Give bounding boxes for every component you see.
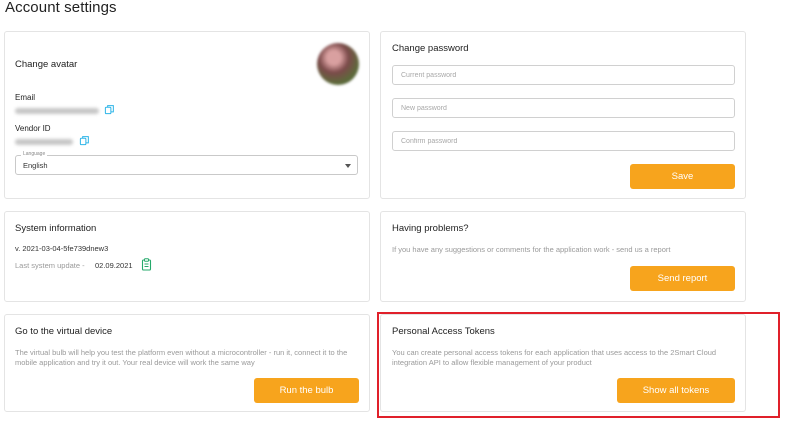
virtual-device-card: Go to the virtual device The virtual bul… <box>4 314 370 412</box>
virtual-device-text: The virtual bulb will help you test the … <box>15 348 348 367</box>
confirm-password-input[interactable] <box>392 131 735 151</box>
clipboard-icon[interactable] <box>141 258 152 271</box>
language-select[interactable]: Language English <box>15 151 358 175</box>
send-report-button[interactable]: Send report <box>630 266 735 291</box>
system-info-title: System information <box>15 223 97 234</box>
problems-title: Having problems? <box>392 223 469 234</box>
run-bulb-button[interactable]: Run the bulb <box>254 378 359 403</box>
vendor-id-value-redacted <box>15 139 73 145</box>
copy-icon[interactable] <box>79 135 90 146</box>
vendor-id-label: Vendor ID <box>15 124 51 133</box>
problems-text: If you have any suggestions or comments … <box>392 245 671 254</box>
virtual-device-title: Go to the virtual device <box>15 326 113 337</box>
password-card: Change password Save <box>380 31 746 199</box>
current-password-input[interactable] <box>392 65 735 85</box>
avatar[interactable] <box>317 43 359 85</box>
language-legend: Language <box>21 151 48 157</box>
chevron-down-icon <box>345 164 351 168</box>
page-title: Account settings <box>5 0 117 16</box>
password-card-title: Change password <box>392 43 469 54</box>
email-label: Email <box>15 93 36 102</box>
system-info-card: System information v. 2021-03-04-5fe739d… <box>4 211 370 302</box>
avatar-card-title: Change avatar <box>15 59 78 70</box>
highlight-box <box>377 312 780 418</box>
email-value-redacted <box>15 108 99 114</box>
save-button[interactable]: Save <box>630 164 735 189</box>
avatar-card: Change avatar Email Vendor ID Language E… <box>4 31 370 199</box>
system-version: v. 2021-03-04-5fe739dnew3 <box>15 244 109 253</box>
copy-icon[interactable] <box>104 104 115 115</box>
language-value: English <box>23 161 48 170</box>
new-password-input[interactable] <box>392 98 735 118</box>
last-update-date: 02.09.2021 <box>95 261 133 270</box>
last-update-label: Last system update - <box>15 261 85 270</box>
problems-card: Having problems? If you have any suggest… <box>380 211 746 302</box>
